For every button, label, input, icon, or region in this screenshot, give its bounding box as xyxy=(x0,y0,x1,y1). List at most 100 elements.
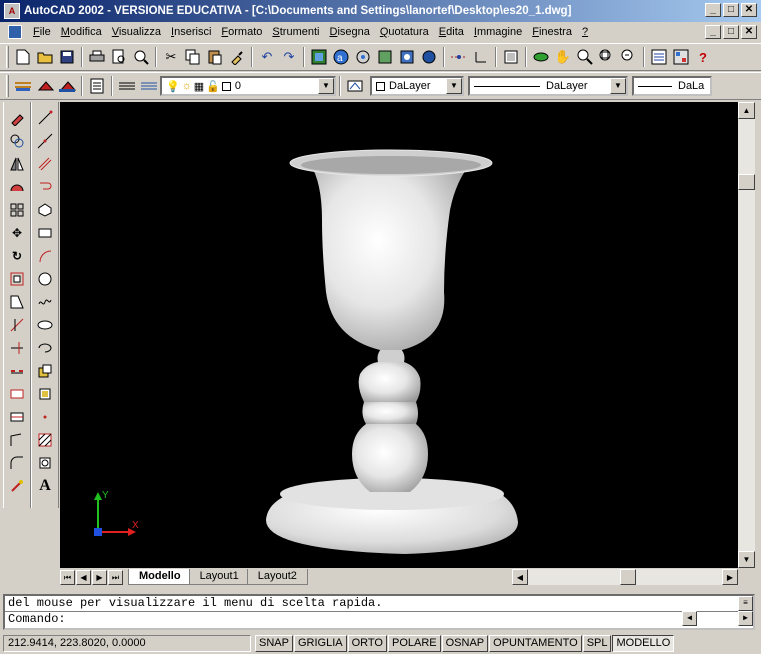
spell-check-icon[interactable] xyxy=(130,46,152,68)
explode-icon[interactable] xyxy=(6,428,28,451)
trim-icon[interactable] xyxy=(6,313,28,336)
menu-disegna[interactable]: Disegna xyxy=(324,26,374,38)
region-icon[interactable] xyxy=(34,451,56,474)
prev-tab-icon[interactable]: ◀ xyxy=(76,569,91,585)
tracking-icon[interactable] xyxy=(448,46,470,68)
doc-restore-button[interactable]: □ xyxy=(723,25,739,39)
menu-immagine[interactable]: Immagine xyxy=(469,26,527,38)
arc-icon[interactable] xyxy=(34,244,56,267)
polygon-icon[interactable] xyxy=(34,198,56,221)
properties-icon[interactable] xyxy=(352,46,374,68)
erase-icon[interactable] xyxy=(6,106,28,129)
horizontal-scroll-thumb[interactable] xyxy=(620,569,636,585)
sun-icon[interactable]: ☼ xyxy=(182,80,192,92)
color-dropdown[interactable]: DaLayer ▼ xyxy=(370,76,464,96)
make-object-layer-current-icon[interactable] xyxy=(344,75,366,97)
revision-cloud-icon[interactable] xyxy=(34,290,56,313)
command-scroll-left-icon[interactable]: ◀ xyxy=(682,611,697,626)
match-properties-icon[interactable] xyxy=(226,46,248,68)
zoom-previous-icon[interactable] xyxy=(618,46,640,68)
tab-modello[interactable]: Modello xyxy=(128,569,192,585)
scroll-up-icon[interactable]: ▲ xyxy=(738,102,755,119)
autocad-app-icon[interactable]: A xyxy=(4,3,20,19)
lock-icon[interactable]: 🔓 xyxy=(206,80,220,93)
zoom-window-icon[interactable] xyxy=(596,46,618,68)
print-preview-icon[interactable] xyxy=(108,46,130,68)
layer-dropdown[interactable]: 💡 ☼ ▦ 🔓 0 ▼ xyxy=(160,76,336,96)
layers-stack-icon[interactable] xyxy=(138,75,160,97)
tab-layout1[interactable]: Layout1 xyxy=(188,569,250,585)
properties-window-icon[interactable] xyxy=(648,46,670,68)
doc-minimize-button[interactable]: _ xyxy=(705,25,721,39)
print-icon[interactable] xyxy=(86,46,108,68)
hatch-icon[interactable] xyxy=(34,428,56,451)
zoom-realtime-icon[interactable] xyxy=(574,46,596,68)
offset-icon[interactable] xyxy=(6,175,28,198)
tool-palette-icon[interactable] xyxy=(670,46,692,68)
layer-list-icon[interactable] xyxy=(86,75,108,97)
markup-icon[interactable] xyxy=(396,46,418,68)
open-folder-icon[interactable] xyxy=(34,46,56,68)
chevron-down-icon[interactable]: ▼ xyxy=(610,78,626,94)
first-tab-icon[interactable]: ⏮ xyxy=(60,569,75,585)
pan-icon[interactable]: ✋ xyxy=(552,46,574,68)
lineweight-dropdown[interactable]: DaLa xyxy=(632,76,712,96)
otrack-toggle[interactable]: OPUNTAMENTO xyxy=(489,635,582,652)
snap-toggle[interactable]: SNAP xyxy=(255,635,293,652)
layer-manager-icon[interactable] xyxy=(12,75,34,97)
dbconnect-icon[interactable] xyxy=(374,46,396,68)
polyline-icon[interactable] xyxy=(34,175,56,198)
maximize-button[interactable]: □ xyxy=(723,3,739,17)
scroll-left-icon[interactable]: ◀ xyxy=(512,569,528,585)
scale-icon[interactable] xyxy=(6,267,28,290)
web-browser-icon[interactable]: a xyxy=(330,46,352,68)
drawing-canvas[interactable]: Y X xyxy=(60,102,738,568)
fillet-icon[interactable] xyxy=(6,405,28,428)
cut-icon[interactable]: ✂ xyxy=(160,46,182,68)
document-icon[interactable] xyxy=(8,25,22,39)
rotate-icon[interactable]: ↻ xyxy=(6,244,28,267)
scroll-right-icon[interactable]: ▶ xyxy=(722,569,738,585)
command-scroll-right-icon[interactable]: ▶ xyxy=(738,611,753,626)
menu-inserisci[interactable]: Inserisci xyxy=(166,26,216,38)
horizontal-scrollbar[interactable]: ◀ ▶ xyxy=(512,569,738,585)
tab-layout2[interactable]: Layout2 xyxy=(246,569,308,585)
coordinate-readout[interactable]: 212.9414, 223.8020, 0.0000 xyxy=(3,635,251,652)
extend-icon[interactable] xyxy=(6,336,28,359)
menu-formato[interactable]: Formato xyxy=(216,26,267,38)
osnap-toggle[interactable]: OSNAP xyxy=(441,635,489,652)
command-window[interactable]: del mouse per visualizzare il menu di sc… xyxy=(3,594,755,630)
chevron-down-icon[interactable]: ▼ xyxy=(446,78,462,94)
paste-icon[interactable] xyxy=(204,46,226,68)
toolbar-grip[interactable] xyxy=(6,75,9,97)
linetype-dropdown[interactable]: DaLayer ▼ xyxy=(468,76,628,96)
ellipse-arc-icon[interactable] xyxy=(34,336,56,359)
minimize-button[interactable]: _ xyxy=(705,3,721,17)
vertical-scroll-thumb[interactable] xyxy=(738,174,755,190)
title-bar[interactable]: A AutoCAD 2002 - VERSIONE EDUCATIVA - [C… xyxy=(0,0,761,22)
multiline-icon[interactable] xyxy=(34,152,56,175)
lengthen-icon[interactable] xyxy=(6,451,28,474)
toolbar-grip[interactable] xyxy=(6,46,9,68)
next-tab-icon[interactable]: ▶ xyxy=(92,569,107,585)
command-scroll-up-icon[interactable]: ≡ xyxy=(738,596,753,611)
model-space-toggle[interactable]: MODELLO xyxy=(612,635,675,652)
multiline-text-icon[interactable]: A xyxy=(34,474,56,497)
viewport-freeze-icon[interactable]: ▦ xyxy=(194,80,204,93)
close-button[interactable]: ✕ xyxy=(741,3,757,17)
point-icon[interactable] xyxy=(34,405,56,428)
break-icon[interactable] xyxy=(6,359,28,382)
lineweight-toggle[interactable]: SPL xyxy=(582,635,612,652)
menu-visualizza[interactable]: Visualizza xyxy=(107,26,166,38)
publish-icon[interactable] xyxy=(418,46,440,68)
make-current-icon[interactable] xyxy=(116,75,138,97)
layer-state-icon[interactable] xyxy=(56,75,78,97)
move-icon[interactable]: ✥ xyxy=(6,221,28,244)
last-tab-icon[interactable]: ⏭ xyxy=(108,569,123,585)
insert-block-icon[interactable] xyxy=(34,359,56,382)
save-icon[interactable] xyxy=(56,46,78,68)
chevron-down-icon[interactable]: ▼ xyxy=(318,78,334,94)
polar-toggle[interactable]: POLARE xyxy=(387,635,441,652)
edit-polyline-icon[interactable] xyxy=(6,474,28,497)
ortho-toggle[interactable]: ORTO xyxy=(347,635,387,652)
